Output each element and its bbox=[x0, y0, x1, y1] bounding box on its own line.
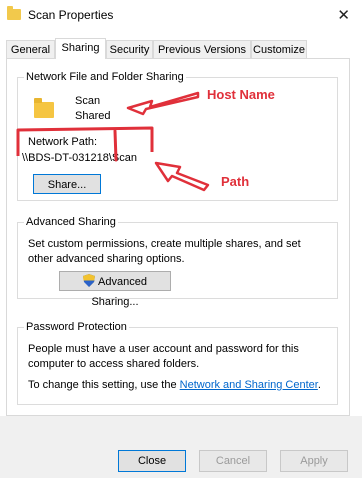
folder-icon bbox=[7, 6, 21, 20]
tab-general[interactable]: General bbox=[6, 40, 55, 58]
tab-customize[interactable]: Customize bbox=[251, 40, 307, 58]
close-button[interactable]: Close bbox=[118, 450, 186, 472]
apply-button[interactable]: Apply bbox=[280, 450, 348, 472]
group-title: Advanced Sharing bbox=[24, 216, 118, 228]
dialog-footer: Close Cancel Apply bbox=[0, 416, 362, 478]
tab-previous-versions[interactable]: Previous Versions bbox=[153, 40, 251, 58]
tab-sharing[interactable]: Sharing bbox=[55, 38, 106, 59]
group-title: Network File and Folder Sharing bbox=[24, 71, 186, 83]
shared-folder-icon bbox=[34, 98, 54, 118]
network-path-label: Network Path: bbox=[28, 136, 98, 148]
group-title: Password Protection bbox=[24, 321, 129, 333]
tab-panel: Network File and Folder Sharing Scan Sha… bbox=[6, 58, 350, 416]
tab-security[interactable]: Security bbox=[106, 40, 153, 58]
change-setting-suffix: . bbox=[317, 379, 321, 391]
advanced-sharing-button[interactable]: Advanced Sharing... bbox=[59, 271, 171, 308]
uac-shield-icon bbox=[83, 274, 96, 287]
window-title: Scan Properties bbox=[28, 8, 114, 22]
share-button[interactable]: Share... bbox=[33, 174, 101, 194]
path-annotation: Path bbox=[221, 174, 250, 189]
network-sharing-group: Network File and Folder Sharing Scan Sha… bbox=[17, 71, 338, 201]
network-path-value: \\BDS-DT-031218\Scan bbox=[22, 152, 137, 164]
close-icon[interactable]: ✕ bbox=[337, 6, 350, 24]
advanced-sharing-button-label: Advanced Sharing... bbox=[91, 276, 147, 308]
change-setting-text: To change this setting, use the Network … bbox=[28, 379, 321, 391]
folder-name: Scan bbox=[75, 95, 101, 107]
advanced-sharing-description: Set custom permissions, create multiple … bbox=[28, 238, 301, 265]
change-setting-prefix: To change this setting, use the bbox=[28, 379, 180, 391]
host-name-annotation: Host Name bbox=[207, 87, 275, 102]
cancel-button[interactable]: Cancel bbox=[199, 450, 267, 472]
password-protection-group: Password Protection People must have a u… bbox=[17, 321, 338, 405]
advanced-sharing-group: Advanced Sharing Set custom permissions,… bbox=[17, 216, 338, 308]
network-sharing-center-link[interactable]: Network and Sharing Center bbox=[180, 379, 318, 391]
title-bar: Scan Properties ✕ bbox=[0, 0, 362, 32]
password-protection-description: People must have a user account and pass… bbox=[28, 343, 299, 370]
folder-status: Shared bbox=[75, 110, 111, 122]
